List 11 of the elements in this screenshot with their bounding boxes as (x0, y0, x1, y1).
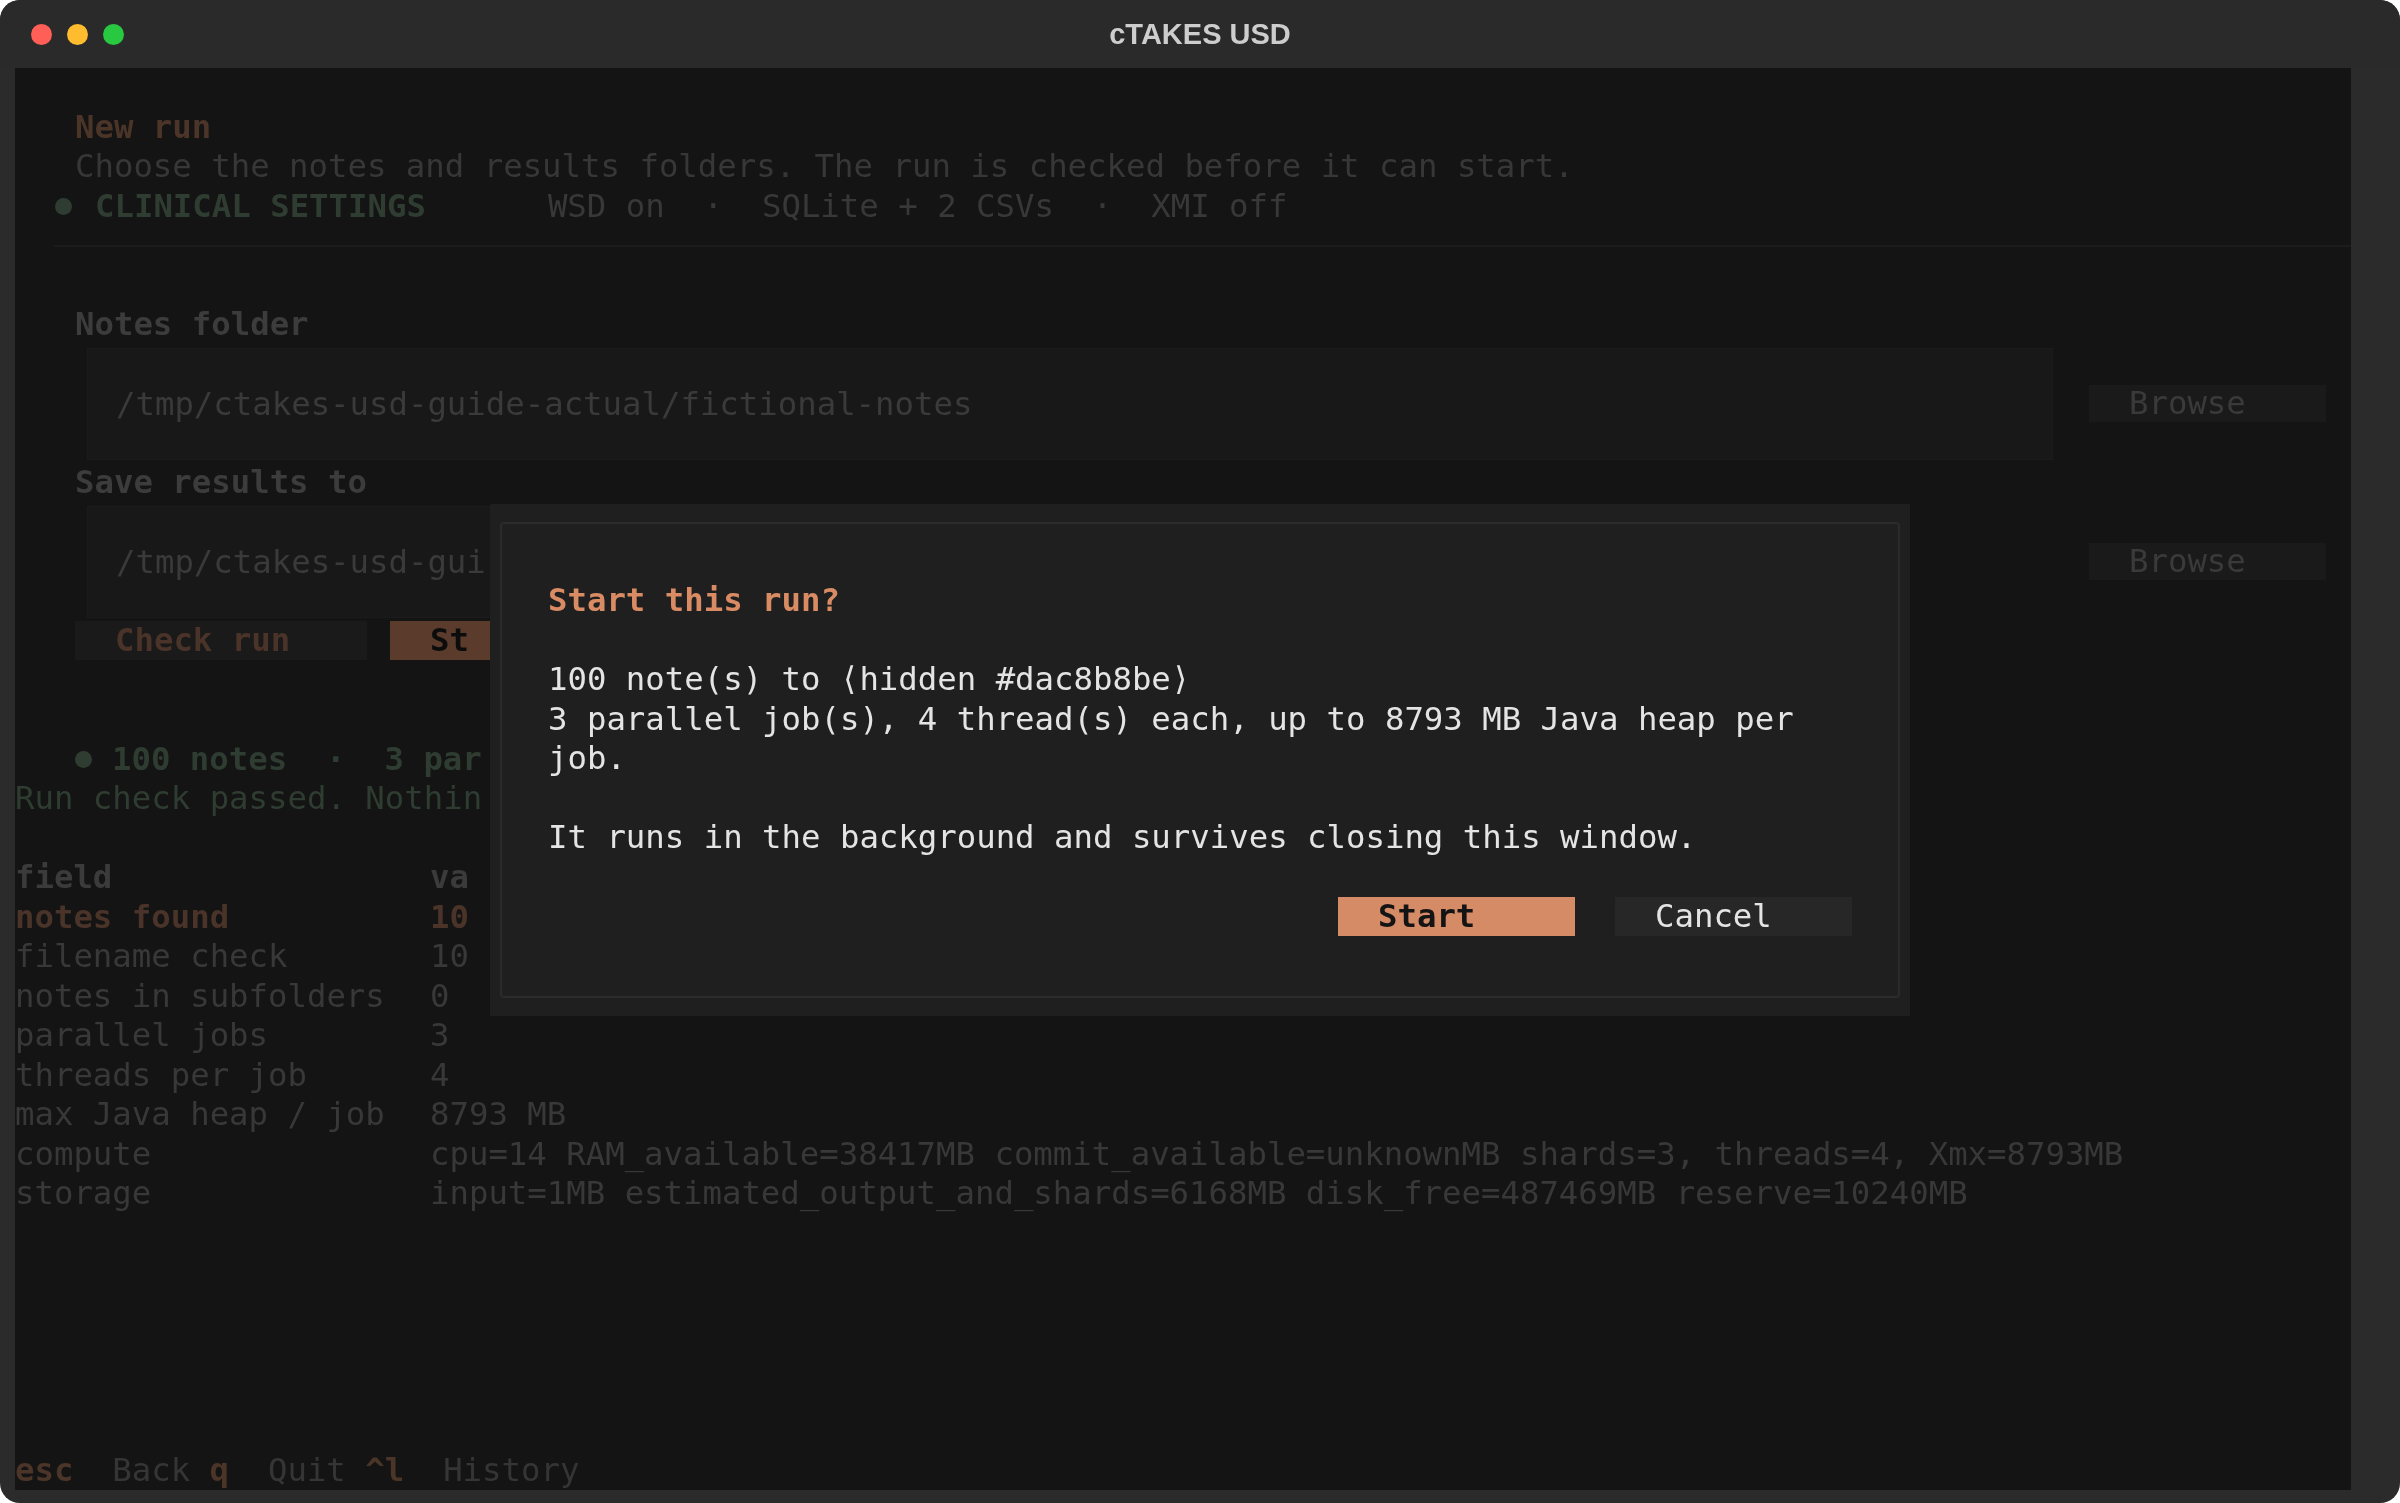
action-button[interactable]: St (390, 621, 490, 661)
close-icon[interactable] (31, 23, 52, 45)
dialog-title: Start this run? (548, 581, 840, 619)
maximize-icon[interactable] (103, 23, 124, 45)
dialog-button[interactable]: Cancel (1615, 897, 1852, 937)
minimize-icon[interactable] (67, 23, 88, 45)
window-title: cTAKES USD (1109, 17, 1291, 51)
dialog-text: 100 note(s) to ⟨hidden #dac8b8be⟩ (548, 660, 1191, 700)
dialog-button[interactable]: Start (1338, 897, 1575, 937)
dialog-text: 3 parallel job(s), 4 thread(s) each, up to 8793 MB Java heap per job. (548, 699, 1795, 779)
dialog-text: It runs in the background and survives closing this window. (548, 818, 1697, 858)
